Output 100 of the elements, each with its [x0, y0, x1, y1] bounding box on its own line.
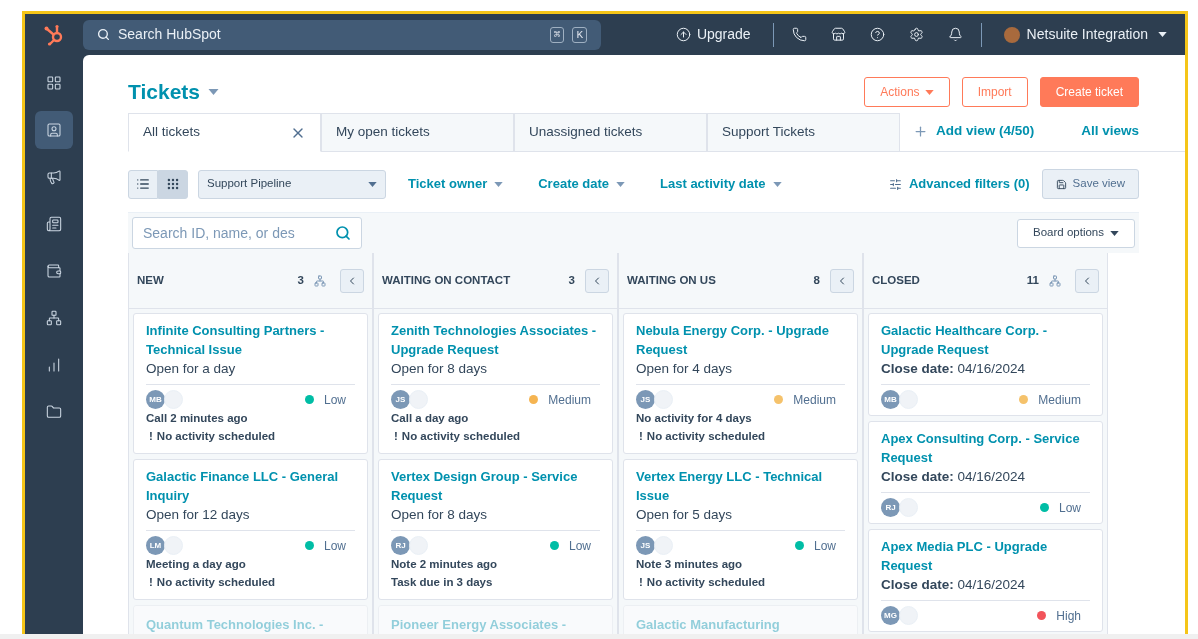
- search-input[interactable]: Search HubSpot: [118, 24, 542, 45]
- column-title: CLOSED: [872, 272, 920, 288]
- warning-mark: !: [638, 429, 643, 444]
- owner-avatar: MB: [146, 390, 165, 409]
- ticket-status: Open for 12 days: [146, 506, 251, 524]
- phone-icon[interactable]: [791, 27, 807, 42]
- ticket-card[interactable]: Zenith Technologies Associates - Upgrade Request Open for 8 days JS Medium Call a day ago ! No activity scheduled: [378, 313, 613, 454]
- folder-icon: [46, 404, 62, 420]
- ticket-status: Open for 5 days: [636, 506, 734, 524]
- placeholder-avatar-icon: [409, 536, 428, 555]
- contact-card-icon: [46, 122, 62, 138]
- account-menu[interactable]: Netsuite Integration: [1026, 24, 1167, 45]
- hierarchy-icon: [314, 274, 326, 287]
- ticket-title[interactable]: Galactic Finance LLC - General Inquiry: [146, 467, 355, 505]
- priority-label: High: [1056, 607, 1081, 625]
- priority-label: Low: [1059, 499, 1081, 517]
- bell-icon[interactable]: [947, 27, 963, 42]
- help-icon[interactable]: [869, 27, 885, 42]
- settings-icon[interactable]: [908, 27, 924, 42]
- hierarchy-icon: [1049, 274, 1061, 287]
- view-mode-toggle[interactable]: [128, 169, 158, 199]
- activity-text: Call a day ago: [391, 411, 469, 426]
- upgrade-button[interactable]: Upgrade: [675, 24, 751, 45]
- filter-dropdown[interactable]: Ticket owner: [408, 174, 504, 194]
- ticket-title[interactable]: Vertex Design Group - Service Request: [391, 467, 600, 505]
- create-button[interactable]: Create ticket: [1039, 77, 1139, 107]
- view-tab[interactable]: My open tickets: [321, 113, 514, 152]
- column-count: 3: [568, 272, 575, 288]
- warning-mark: !: [393, 429, 398, 444]
- import-button[interactable]: Import: [961, 77, 1028, 107]
- warning-mark: !: [148, 575, 153, 590]
- ticket-title[interactable]: Infinite Consulting Partners - Technical Issue: [146, 321, 355, 359]
- caret-icon: [1110, 230, 1119, 236]
- ticket-card[interactable]: Galactic Healthcare Corp. - Upgrade Request Close date: 04/16/2024 MB Medium: [868, 313, 1103, 416]
- ticket-card[interactable]: Vertex Design Group - Service Request Open for 8 days RJ Low Note 2 minutes ago Task due in 3 days: [378, 459, 613, 600]
- advanced-filters-button[interactable]: Advanced filters (0): [888, 174, 1030, 194]
- wallet-icon: [46, 263, 62, 279]
- owner-avatar: RJ: [881, 498, 900, 517]
- filter-dropdown[interactable]: Last activity date: [660, 174, 782, 194]
- avatar-icon[interactable]: [1003, 26, 1020, 43]
- ticket-status: Open for 8 days: [391, 506, 489, 524]
- ticket-title[interactable]: Zenith Technologies Associates - Upgrade Request: [391, 321, 600, 359]
- upload-icon: [675, 27, 691, 42]
- network-icon: [46, 310, 62, 326]
- all-views-link[interactable]: All views: [1081, 112, 1139, 151]
- priority-label: Low: [324, 537, 346, 555]
- ticket-title[interactable]: Galactic Healthcare Corp. - Upgrade Request: [881, 321, 1090, 359]
- board-search-field[interactable]: Search ID, name, or des: [132, 217, 362, 249]
- owner-avatar: JS: [636, 536, 655, 555]
- activity-text: Note 3 minutes ago: [636, 557, 743, 572]
- activity-text: No activity for 4 days: [636, 411, 752, 426]
- add-view-link[interactable]: Add view (4/50): [913, 112, 1035, 151]
- view-tab[interactable]: Support Tickets: [707, 113, 900, 152]
- priority-label: Medium: [793, 391, 836, 409]
- ticket-title[interactable]: Apex Consulting Corp. - Service Request: [881, 429, 1090, 467]
- activity-text: No activity scheduled: [646, 575, 766, 590]
- column-count: 11: [1026, 272, 1039, 288]
- column-count: 8: [813, 272, 820, 288]
- column-title: NEW: [137, 272, 164, 288]
- save-view-button[interactable]: Save view: [1041, 169, 1139, 199]
- column-title: WAITING ON US: [627, 272, 716, 288]
- column-count: 3: [297, 272, 304, 288]
- ticket-title[interactable]: Vertex Energy LLC - Technical Issue: [636, 467, 845, 505]
- activity-text: No activity scheduled: [646, 429, 766, 444]
- store-icon[interactable]: [830, 27, 846, 42]
- ticket-title[interactable]: Nebula Energy Corp. - Upgrade Request: [636, 321, 845, 359]
- priority-label: Low: [324, 391, 346, 409]
- ticket-title[interactable]: Apex Media PLC - Upgrade Request: [881, 537, 1090, 575]
- ticket-card[interactable]: Nebula Energy Corp. - Upgrade Request Open for 4 days JS Medium No activity for 4 days ! No activity scheduled: [623, 313, 858, 454]
- search-field[interactable]: Search HubSpot ⌘ K: [83, 19, 601, 50]
- ticket-card[interactable]: Infinite Consulting Partners - Technical Issue Open for a day MB Low Call 2 minutes ago ! No activity scheduled: [133, 313, 368, 454]
- caret-icon: [1158, 32, 1167, 37]
- placeholder-avatar-icon: [409, 390, 428, 409]
- board-search-input[interactable]: Search ID, name, or des: [143, 222, 335, 244]
- activity-text: Meeting a day ago: [146, 557, 246, 572]
- filter-dropdown[interactable]: Create date: [538, 174, 626, 194]
- owner-avatar: JS: [391, 390, 410, 409]
- placeholder-avatar-icon: [164, 390, 183, 409]
- priority-label: Medium: [1038, 391, 1081, 409]
- keyboard-key: K: [572, 26, 587, 43]
- ticket-card[interactable]: Galactic Finance LLC - General Inquiry Open for 12 days LM Low Meeting a day ago ! No activity scheduled: [133, 459, 368, 600]
- ticket-status: Open for 8 days: [391, 360, 489, 378]
- sidebar-item[interactable]: [35, 111, 73, 149]
- placeholder-avatar-icon: [899, 606, 918, 625]
- view-mode-toggle[interactable]: [158, 169, 188, 199]
- placeholder-avatar-icon: [654, 536, 673, 555]
- placeholder-avatar-icon: [899, 390, 918, 409]
- caret-icon: [924, 89, 934, 95]
- view-tab[interactable]: All tickets: [128, 113, 321, 152]
- caret-icon: [368, 181, 377, 187]
- board-options-button[interactable]: Board options: [1017, 218, 1135, 248]
- actions-button[interactable]: Actions: [864, 77, 950, 107]
- ticket-card[interactable]: Vertex Energy LLC - Technical Issue Open for 5 days JS Low Note 3 minutes ago ! No activity scheduled: [623, 459, 858, 600]
- ticket-card[interactable]: Apex Media PLC - Upgrade Request Close date: 04/16/2024 MG High: [868, 529, 1103, 632]
- megaphone-icon: [46, 169, 62, 185]
- pipeline-select[interactable]: Support Pipeline: [198, 169, 386, 199]
- owner-avatar: RJ: [391, 536, 410, 555]
- owner-avatar: MB: [881, 390, 900, 409]
- ticket-card[interactable]: Apex Consulting Corp. - Service Request Close date: 04/16/2024 RJ Low: [868, 421, 1103, 524]
- view-tab[interactable]: Unassigned tickets: [514, 113, 707, 152]
